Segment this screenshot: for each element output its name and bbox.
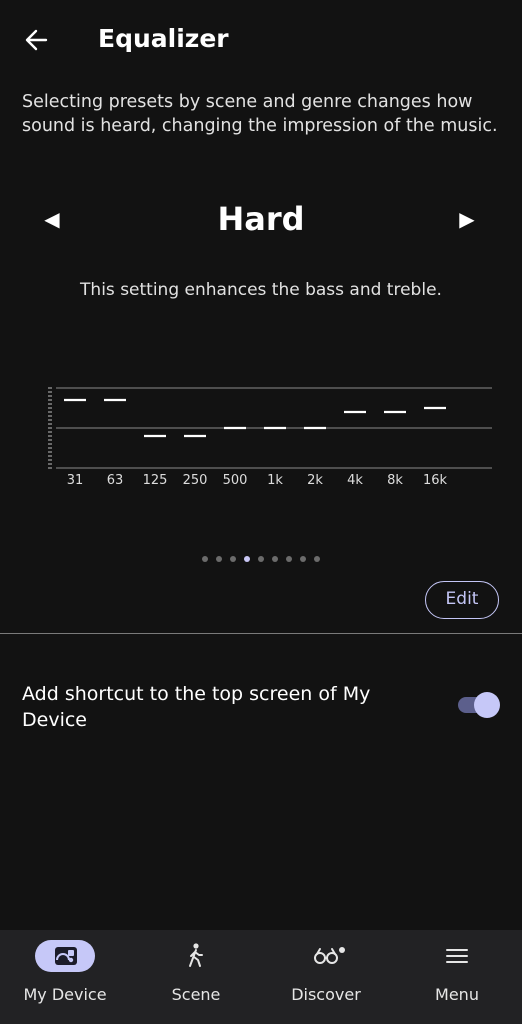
pagination-dot[interactable] bbox=[230, 555, 236, 562]
preset-pagination bbox=[0, 548, 522, 567]
triangle-right-icon: ▶ bbox=[459, 207, 475, 231]
pagination-dot[interactable] bbox=[202, 555, 208, 562]
nav-my-device[interactable]: My Device bbox=[0, 930, 130, 1024]
pagination-dot[interactable] bbox=[244, 555, 250, 562]
eq-band-label-31: 31 bbox=[67, 473, 84, 488]
notification-badge bbox=[339, 947, 345, 953]
eq-band-label-8k: 8k bbox=[387, 473, 403, 488]
hamburger-menu-icon bbox=[446, 949, 468, 963]
nav-scene[interactable]: Scene bbox=[131, 930, 261, 1024]
back-button[interactable] bbox=[20, 22, 56, 58]
eq-band-label-4k: 4k bbox=[347, 473, 363, 488]
next-preset-button[interactable]: ▶ bbox=[452, 204, 482, 234]
eq-band-label-250: 250 bbox=[183, 473, 208, 488]
pagination-dot[interactable] bbox=[272, 555, 278, 562]
binoculars-icon bbox=[314, 947, 345, 964]
nav-label: Scene bbox=[171, 985, 221, 1004]
pagination-dot[interactable] bbox=[258, 555, 264, 562]
preset-selector: ◀ Hard ▶ bbox=[0, 192, 522, 252]
nav-label: Discover bbox=[291, 985, 361, 1004]
page-title: Equalizer bbox=[98, 24, 229, 53]
walking-person-icon bbox=[189, 943, 203, 967]
speaker-device-icon bbox=[55, 947, 77, 965]
toggle-knob bbox=[474, 692, 500, 718]
nav-active-indicator bbox=[35, 940, 95, 972]
equalizer-description: Selecting presets by scene and genre cha… bbox=[22, 92, 498, 136]
shortcut-label: Add shortcut to the top screen of My Dev… bbox=[22, 683, 371, 731]
eq-band-label-500: 500 bbox=[223, 473, 248, 488]
nav-discover[interactable]: Discover bbox=[261, 930, 391, 1024]
nav-menu[interactable]: Menu bbox=[392, 930, 522, 1024]
eq-band-label-2k: 2k bbox=[307, 473, 323, 488]
equalizer-graph: 31 63 125 250 500 1k 2k 4k 8k 16k bbox=[40, 378, 500, 488]
eq-band-label-125: 125 bbox=[143, 473, 168, 488]
shortcut-toggle[interactable] bbox=[456, 690, 502, 718]
pagination-dot[interactable] bbox=[300, 555, 306, 562]
preset-name: Hard bbox=[217, 200, 305, 238]
equalizer-chart: 31 63 125 250 500 1k 2k 4k 8k 16k bbox=[48, 387, 492, 488]
eq-band-label-16k: 16k bbox=[423, 473, 448, 488]
divider bbox=[0, 633, 522, 634]
pagination-dot[interactable] bbox=[286, 555, 292, 562]
arrow-left-icon bbox=[25, 29, 48, 51]
preset-description: This setting enhances the bass and trebl… bbox=[80, 280, 442, 300]
edit-button[interactable]: Edit bbox=[425, 581, 499, 619]
eq-band-label-1k: 1k bbox=[267, 473, 283, 488]
pagination-dot[interactable] bbox=[216, 555, 222, 562]
nav-label: My Device bbox=[23, 985, 107, 1004]
bottom-navigation: My Device Scene Discover Menu bbox=[0, 930, 522, 1024]
nav-label: Menu bbox=[435, 985, 479, 1004]
app-header: Equalizer bbox=[0, 0, 522, 80]
eq-band-label-63: 63 bbox=[107, 473, 124, 488]
pagination-dot[interactable] bbox=[314, 555, 320, 562]
